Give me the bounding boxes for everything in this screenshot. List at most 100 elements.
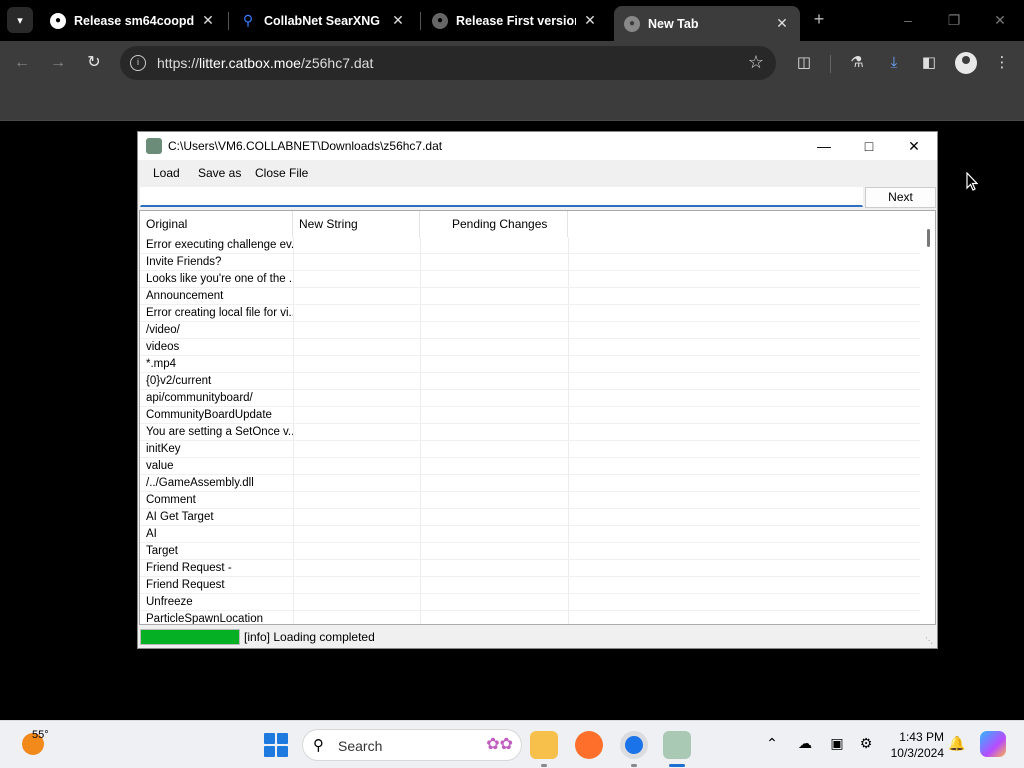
column-header-pending-changes[interactable]: Pending Changes xyxy=(420,211,568,237)
cell-pending-changes[interactable] xyxy=(420,373,568,390)
table-row[interactable]: Comment xyxy=(140,492,920,509)
cell-original[interactable]: initKey xyxy=(140,441,293,458)
cell-pending-changes[interactable] xyxy=(420,271,568,288)
table-row[interactable]: *.mp4 xyxy=(140,356,920,373)
firefox-icon[interactable] xyxy=(575,731,603,759)
cell-original[interactable]: {0}v2/current xyxy=(140,373,293,390)
cell-new-string[interactable] xyxy=(293,254,420,271)
taskbar-search-box[interactable]: ⚲ Search ✿✿ xyxy=(302,729,522,761)
cell-pending-changes[interactable] xyxy=(420,390,568,407)
cell-new-string[interactable] xyxy=(293,577,420,594)
cell-original[interactable]: CommunityBoardUpdate xyxy=(140,407,293,424)
cell-pending-changes[interactable] xyxy=(420,594,568,611)
table-row[interactable]: /video/ xyxy=(140,322,920,339)
tab-close-icon[interactable]: ✕ xyxy=(200,12,216,29)
download-icon[interactable]: ⤓ xyxy=(883,52,905,74)
cell-new-string[interactable] xyxy=(293,407,420,424)
table-row[interactable]: ParticleSpawnLocation xyxy=(140,611,920,624)
column-header-original[interactable]: Original xyxy=(140,211,293,237)
cell-original[interactable]: Unfreeze xyxy=(140,594,293,611)
cell-original[interactable]: Target xyxy=(140,543,293,560)
cell-pending-changes[interactable] xyxy=(420,475,568,492)
table-row[interactable]: Unfreeze xyxy=(140,594,920,611)
cell-pending-changes[interactable] xyxy=(420,322,568,339)
cell-pending-changes[interactable] xyxy=(420,492,568,509)
start-windows-icon[interactable] xyxy=(264,733,288,757)
tab-collabnet-searxng[interactable]: ⚲ CollabNet SearXNG ✕ xyxy=(230,6,416,35)
chevron-up-icon[interactable]: ⌃ xyxy=(763,735,781,753)
table-row[interactable]: Announcement xyxy=(140,288,920,305)
cell-new-string[interactable] xyxy=(293,237,420,254)
minimize-icon[interactable]: – xyxy=(898,10,918,30)
maximize-icon[interactable]: □ xyxy=(846,132,892,160)
chrome-icon[interactable] xyxy=(620,731,648,759)
table-row[interactable]: You are setting a SetOnce v... xyxy=(140,424,920,441)
cell-pending-changes[interactable] xyxy=(420,509,568,526)
cell-pending-changes[interactable] xyxy=(420,543,568,560)
menu-close-file[interactable]: Close File xyxy=(255,166,308,180)
tab-close-icon[interactable]: ✕ xyxy=(774,15,790,32)
cell-new-string[interactable] xyxy=(293,424,420,441)
address-bar[interactable]: i https://litter.catbox.moe/z56hc7.dat ☆ xyxy=(120,46,776,80)
table-row[interactable]: videos xyxy=(140,339,920,356)
table-row[interactable]: Target xyxy=(140,543,920,560)
cell-original[interactable]: /../GameAssembly.dll xyxy=(140,475,293,492)
cell-original[interactable]: Friend Request - xyxy=(140,560,293,577)
file-explorer-icon[interactable] xyxy=(530,731,558,759)
cell-new-string[interactable] xyxy=(293,373,420,390)
table-row[interactable]: initKey xyxy=(140,441,920,458)
cell-new-string[interactable] xyxy=(293,356,420,373)
cell-pending-changes[interactable] xyxy=(420,407,568,424)
cell-pending-changes[interactable] xyxy=(420,356,568,373)
cell-pending-changes[interactable] xyxy=(420,560,568,577)
cell-original[interactable]: Announcement xyxy=(140,288,293,305)
cell-original[interactable]: Error creating local file for vi... xyxy=(140,305,293,322)
labs-flask-icon[interactable]: ⚗ xyxy=(846,52,868,74)
cell-pending-changes[interactable] xyxy=(420,458,568,475)
cell-new-string[interactable] xyxy=(293,560,420,577)
restore-icon[interactable]: ❐ xyxy=(944,10,964,30)
cell-new-string[interactable] xyxy=(293,288,420,305)
cell-original[interactable]: api/communityboard/ xyxy=(140,390,293,407)
cell-original[interactable]: AI xyxy=(140,526,293,543)
reload-icon[interactable]: ↻ xyxy=(83,52,105,74)
cell-new-string[interactable] xyxy=(293,322,420,339)
menu-kebab-icon[interactable]: ⋮ xyxy=(991,52,1013,74)
close-icon[interactable]: ✕ xyxy=(891,132,937,160)
weather-temperature[interactable]: 55° xyxy=(32,729,49,741)
back-arrow-icon[interactable]: ← xyxy=(11,52,33,74)
table-row[interactable]: Friend Request xyxy=(140,577,920,594)
minimize-icon[interactable]: — xyxy=(801,132,847,160)
cell-pending-changes[interactable] xyxy=(420,254,568,271)
bookmark-star-icon[interactable]: ☆ xyxy=(748,52,764,73)
cell-new-string[interactable] xyxy=(293,526,420,543)
cell-original[interactable]: Comment xyxy=(140,492,293,509)
search-input[interactable] xyxy=(140,187,863,207)
cell-new-string[interactable] xyxy=(293,458,420,475)
system-clock[interactable]: 1:43 PM 10/3/2024 xyxy=(884,729,944,761)
cell-pending-changes[interactable] xyxy=(420,441,568,458)
tab-release-first-version[interactable]: ● Release First version ✕ xyxy=(422,6,608,35)
cell-pending-changes[interactable] xyxy=(420,237,568,254)
cell-new-string[interactable] xyxy=(293,611,420,624)
cell-original[interactable]: ParticleSpawnLocation xyxy=(140,611,293,624)
window-titlebar[interactable]: C:\Users\VM6.COLLABNET\Downloads\z56hc7.… xyxy=(138,132,937,160)
display-icon[interactable]: ▣ xyxy=(828,735,846,753)
table-row[interactable]: CommunityBoardUpdate xyxy=(140,407,920,424)
resize-grip-icon[interactable]: ⋱ xyxy=(925,636,935,646)
table-row[interactable]: Friend Request - xyxy=(140,560,920,577)
cell-new-string[interactable] xyxy=(293,441,420,458)
cell-new-string[interactable] xyxy=(293,475,420,492)
cell-original[interactable]: /video/ xyxy=(140,322,293,339)
cell-original[interactable]: You are setting a SetOnce v... xyxy=(140,424,293,441)
cell-original[interactable]: Invite Friends? xyxy=(140,254,293,271)
cell-new-string[interactable] xyxy=(293,339,420,356)
table-row[interactable]: AI Get Target xyxy=(140,509,920,526)
profile-avatar[interactable] xyxy=(955,52,977,74)
new-tab-plus-icon[interactable]: + xyxy=(809,10,829,30)
url-text[interactable]: https://litter.catbox.moe/z56hc7.dat xyxy=(157,55,373,71)
table-row[interactable]: value xyxy=(140,458,920,475)
cell-pending-changes[interactable] xyxy=(420,577,568,594)
copilot-icon[interactable] xyxy=(980,731,1006,757)
column-header-new-string[interactable]: New String xyxy=(293,211,420,237)
